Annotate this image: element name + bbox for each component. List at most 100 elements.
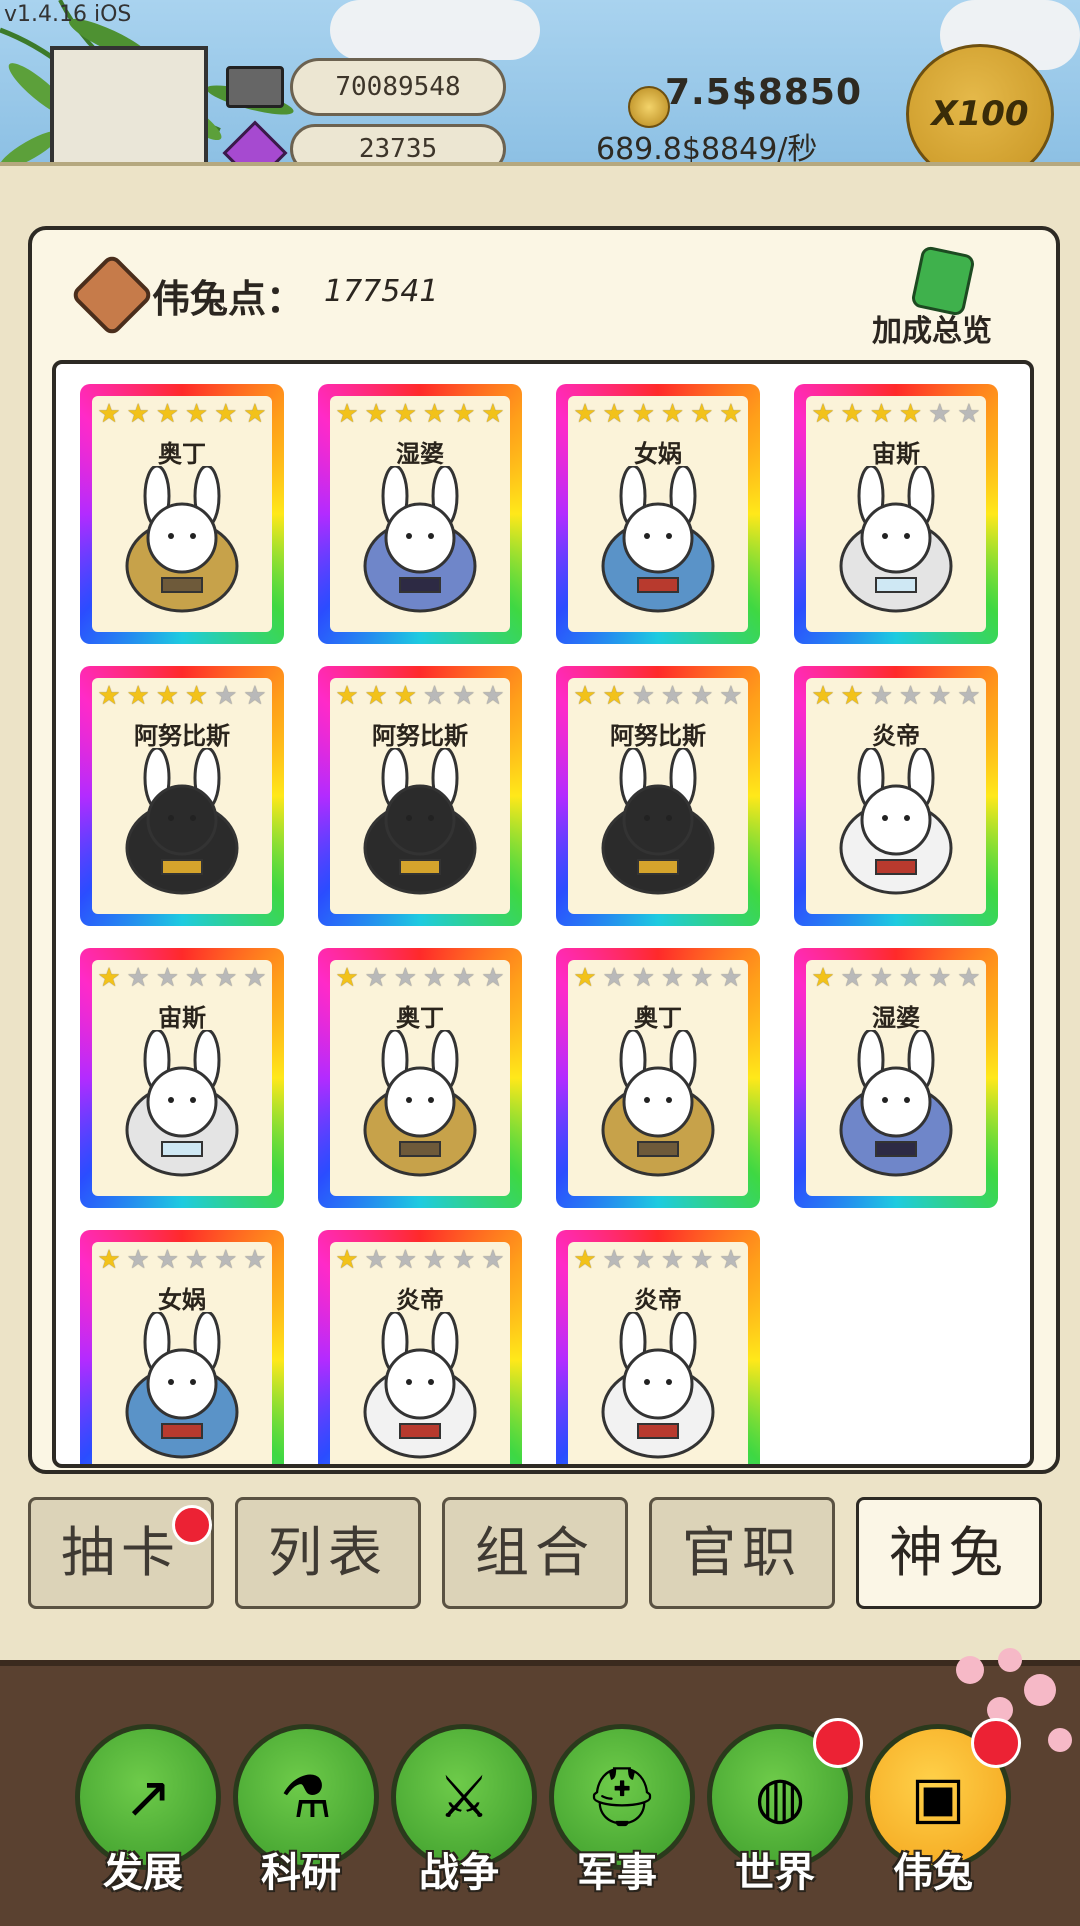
crossed-swords-icon: ⚔: [438, 1763, 490, 1831]
card-name: 奥丁: [158, 440, 206, 468]
star-empty-icon: ★: [184, 963, 209, 993]
star-empty-icon: ★: [690, 681, 714, 711]
god-card[interactable]: ★ ★ ★ ★ ★ ★ 炎帝: [318, 1230, 522, 1464]
card-face: ★ ★ ★ ★ ★ ★ 宙斯: [92, 960, 272, 1196]
bricks-value: 70089548: [335, 72, 461, 102]
star-rating: ★ ★ ★ ★ ★ ★: [572, 681, 744, 711]
card-name: 阿努比斯: [372, 722, 468, 750]
tab-4[interactable]: 神兔: [856, 1497, 1042, 1609]
god-card[interactable]: ★ ★ ★ ★ ★ ★ 湿婆: [794, 948, 998, 1208]
rabbit-portrait-icon: ▣: [910, 1763, 966, 1831]
star-filled-icon: ★: [184, 681, 209, 711]
star-empty-icon: ★: [719, 963, 743, 993]
card-face: ★ ★ ★ ★ ★ ★ 炎帝: [330, 1242, 510, 1464]
star-filled-icon: ★: [573, 399, 597, 429]
star-rating: ★ ★ ★ ★ ★ ★: [810, 681, 982, 711]
points-label: 伟兔点：: [152, 277, 305, 321]
star-rating: ★ ★ ★ ★ ★ ★: [334, 681, 506, 711]
star-rating: ★ ★ ★ ★ ★ ★: [96, 963, 268, 993]
star-filled-icon: ★: [602, 681, 626, 711]
god-card[interactable]: ★ ★ ★ ★ ★ ★ 女娲: [556, 384, 760, 644]
star-empty-icon: ★: [422, 1245, 447, 1275]
god-card[interactable]: ★ ★ ★ ★ ★ ★ 阿努比斯: [556, 666, 760, 926]
star-filled-icon: ★: [97, 963, 121, 993]
star-filled-icon: ★: [898, 399, 923, 429]
star-empty-icon: ★: [243, 681, 267, 711]
god-card[interactable]: ★ ★ ★ ★ ★ ★ 阿努比斯: [318, 666, 522, 926]
star-filled-icon: ★: [126, 681, 150, 711]
card-name: 宙斯: [158, 1004, 206, 1032]
star-empty-icon: ★: [422, 681, 447, 711]
star-filled-icon: ★: [811, 399, 835, 429]
card-grid[interactable]: ★ ★ ★ ★ ★ ★ 奥丁 ★ ★ ★ ★ ★ ★ 湿婆 ★ ★ ★ ★ ★ ★ 女娲 ★ ★ ★ ★ ★ ★ 宙斯 ★ ★ ★ ★ ★ ★ 阿努…: [52, 360, 1034, 1468]
star-filled-icon: ★: [840, 399, 864, 429]
god-card[interactable]: ★ ★ ★ ★ ★ ★ 宙斯: [794, 384, 998, 644]
card-face: ★ ★ ★ ★ ★ ★ 奥丁: [330, 960, 510, 1196]
god-card[interactable]: ★ ★ ★ ★ ★ ★ 炎帝: [556, 1230, 760, 1464]
star-empty-icon: ★: [481, 681, 505, 711]
star-filled-icon: ★: [97, 1245, 121, 1275]
star-filled-icon: ★: [719, 399, 743, 429]
star-empty-icon: ★: [602, 963, 626, 993]
god-card[interactable]: ★ ★ ★ ★ ★ ★ 奥丁: [318, 948, 522, 1208]
star-filled-icon: ★: [364, 681, 388, 711]
card-name: 宙斯: [872, 440, 920, 468]
god-card[interactable]: ★ ★ ★ ★ ★ ★ 炎帝: [794, 666, 998, 926]
nuwa-rabbit-icon: [601, 466, 715, 613]
card-name: 奥丁: [396, 1004, 444, 1032]
coin-icon: [628, 86, 670, 128]
god-card[interactable]: ★ ★ ★ ★ ★ ★ 女娲: [80, 1230, 284, 1464]
star-filled-icon: ★: [631, 399, 656, 429]
star-empty-icon: ★: [393, 963, 418, 993]
star-filled-icon: ★: [155, 399, 180, 429]
god-card[interactable]: ★ ★ ★ ★ ★ ★ 宙斯: [80, 948, 284, 1208]
star-filled-icon: ★: [660, 399, 685, 429]
star-empty-icon: ★: [660, 681, 685, 711]
star-filled-icon: ★: [573, 963, 597, 993]
version-label: v1.4.16 iOS: [4, 2, 132, 27]
star-empty-icon: ★: [393, 1245, 418, 1275]
star-rating: ★ ★ ★ ★ ★ ★: [334, 399, 506, 429]
star-empty-icon: ★: [364, 1245, 388, 1275]
yandi-rabbit-icon: [839, 748, 953, 895]
gems-value: 23735: [358, 134, 438, 164]
star-filled-icon: ★: [214, 399, 238, 429]
star-empty-icon: ★: [631, 963, 656, 993]
card-name: 炎帝: [872, 722, 920, 750]
god-card[interactable]: ★ ★ ★ ★ ★ ★ 湿婆: [318, 384, 522, 644]
star-empty-icon: ★: [452, 963, 476, 993]
helmet-icon: ⛑: [585, 1762, 659, 1831]
tab-2[interactable]: 组合: [442, 1497, 628, 1609]
flask-icon: ⚗: [280, 1763, 332, 1831]
star-empty-icon: ★: [719, 1245, 743, 1275]
card-face: ★ ★ ★ ★ ★ ★ 阿努比斯: [92, 678, 272, 914]
star-filled-icon: ★: [97, 681, 121, 711]
star-filled-icon: ★: [869, 399, 894, 429]
god-card[interactable]: ★ ★ ★ ★ ★ ★ 奥丁: [80, 384, 284, 644]
star-filled-icon: ★: [335, 399, 359, 429]
bonus-overview-button[interactable]: 加成总览: [872, 306, 992, 350]
star-empty-icon: ★: [928, 681, 952, 711]
star-filled-icon: ★: [393, 399, 418, 429]
tab-3[interactable]: 官职: [649, 1497, 835, 1609]
star-filled-icon: ★: [97, 399, 121, 429]
nav-label: 军事: [577, 1850, 657, 1896]
card-name: 炎帝: [396, 1286, 444, 1314]
star-rating: ★ ★ ★ ★ ★ ★: [96, 1245, 268, 1275]
nav-label: 发展: [103, 1850, 183, 1896]
star-filled-icon: ★: [573, 681, 597, 711]
card-name: 阿努比斯: [610, 722, 706, 750]
star-filled-icon: ★: [184, 399, 209, 429]
tab-1[interactable]: 列表: [235, 1497, 421, 1609]
god-card[interactable]: ★ ★ ★ ★ ★ ★ 阿努比斯: [80, 666, 284, 926]
nav-label: 世界: [735, 1850, 815, 1896]
card-face: ★ ★ ★ ★ ★ ★ 奥丁: [568, 960, 748, 1196]
card-face: ★ ★ ★ ★ ★ ★ 宙斯: [806, 396, 986, 632]
star-filled-icon: ★: [243, 399, 267, 429]
star-rating: ★ ★ ★ ★ ★ ★: [572, 963, 744, 993]
card-name: 湿婆: [396, 440, 444, 468]
god-card[interactable]: ★ ★ ★ ★ ★ ★ 奥丁: [556, 948, 760, 1208]
star-filled-icon: ★: [335, 681, 359, 711]
star-empty-icon: ★: [214, 681, 238, 711]
nav-label: 战争: [419, 1850, 499, 1896]
